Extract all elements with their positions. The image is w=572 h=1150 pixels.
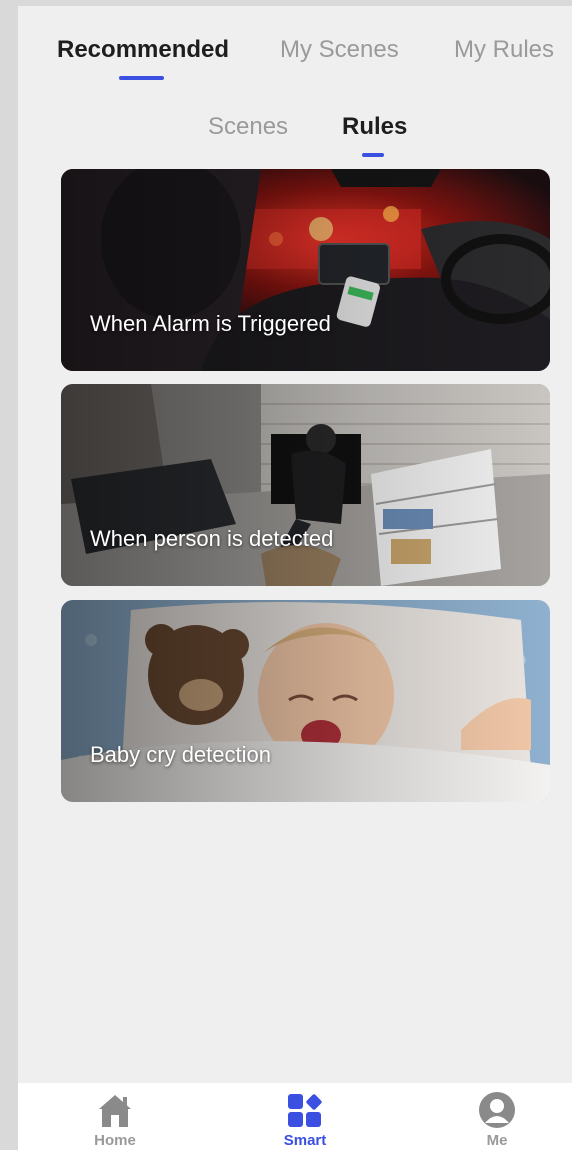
tab-active-indicator [119,76,164,80]
home-icon [99,1095,131,1127]
nav-smart[interactable]: Smart [255,1083,355,1150]
tab-my-rules[interactable]: My Rules [454,36,554,64]
profile-icon [479,1092,515,1128]
tab-my-scenes[interactable]: My Scenes [280,36,399,64]
rule-card-alarm-triggered[interactable]: When Alarm is Triggered [61,169,550,371]
nav-me[interactable]: Me [447,1083,547,1150]
tab-recommended[interactable]: Recommended [57,36,229,64]
subtab-rules[interactable]: Rules [342,113,407,141]
rule-card-title: When person is detected [90,526,334,551]
nav-me-label: Me [486,1132,508,1149]
bottom-navigation: Home Smart Me [18,1083,572,1150]
top-tab-bar: Recommended My Scenes My Rules [18,6,572,86]
smart-grid-icon [288,1094,322,1127]
rule-card-person-detected[interactable]: When person is detected [61,384,550,586]
rule-card-title: When Alarm is Triggered [90,311,331,336]
nav-home[interactable]: Home [65,1083,165,1150]
subtab-active-indicator [362,153,384,157]
smart-screen: Recommended My Scenes My Rules Scenes Ru… [18,6,572,1150]
rule-card-baby-cry[interactable]: Baby cry detection [61,600,550,802]
subtab-scenes[interactable]: Scenes [208,113,288,141]
rule-card-title: Baby cry detection [90,742,271,767]
nav-home-label: Home [94,1132,136,1149]
nav-smart-label: Smart [283,1132,327,1149]
